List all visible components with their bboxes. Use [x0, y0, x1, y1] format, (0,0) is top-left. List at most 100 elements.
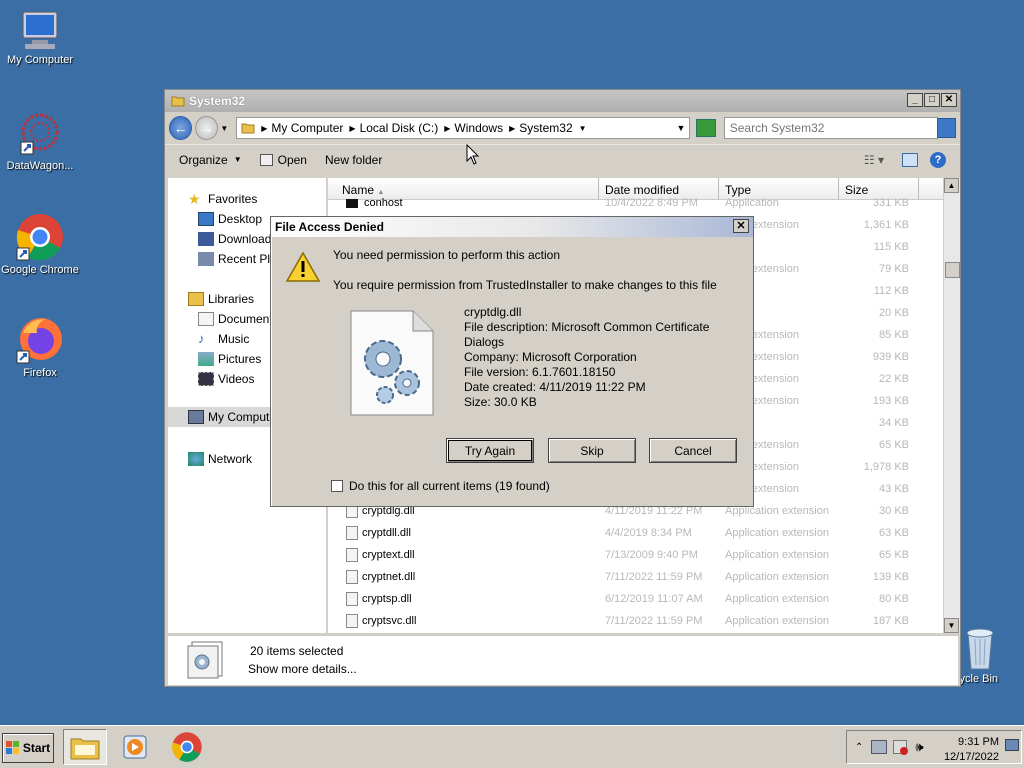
nav-videos[interactable]: Videos: [198, 372, 254, 386]
firefox-icon: [16, 318, 62, 364]
nav-favorites[interactable]: ★ Favorites: [188, 192, 257, 206]
network-tray-icon[interactable]: [871, 740, 888, 754]
type-cell: Application extension: [725, 593, 829, 605]
table-row[interactable]: cryptdll.dll 4/4/2019 8:34 PM Application …: [328, 522, 909, 544]
checkbox-label: Do this for all current items (19 found): [349, 479, 550, 493]
system-tray: ⌃ 🕪 9:31 PM 12/17/2022: [846, 730, 1022, 764]
folder-icon: [70, 738, 100, 760]
maximize-button[interactable]: □: [924, 93, 940, 107]
dialog-close-button[interactable]: ✕: [733, 219, 749, 233]
nav-label: Downloads: [218, 232, 278, 246]
size-cell: 22 KB: [879, 373, 909, 385]
breadcrumb-system32[interactable]: System32: [519, 121, 572, 135]
cancel-button[interactable]: Cancel: [649, 438, 737, 463]
nav-documents[interactable]: Documents: [198, 312, 279, 326]
skip-button[interactable]: Skip: [548, 438, 636, 463]
dialog-title-bar[interactable]: File Access Denied ✕: [271, 217, 753, 237]
nav-downloads[interactable]: Downloads: [198, 232, 277, 246]
close-button[interactable]: ✕: [941, 93, 957, 107]
pictures-icon: [198, 352, 214, 366]
volume-icon[interactable]: 🕪: [915, 739, 923, 755]
file-name-cell: cryptnet.dll: [328, 570, 599, 584]
chevron-down-icon: ▼: [233, 155, 242, 164]
file-company: Company: Microsoft Corporation: [464, 350, 637, 364]
breadcrumb-separator-icon[interactable]: ▶: [509, 124, 515, 133]
breadcrumb-my-computer[interactable]: My Computer: [271, 121, 343, 135]
preview-pane-icon[interactable]: [902, 152, 918, 167]
table-row[interactable]: cryptsp.dll 6/12/2019 11:07 AM Application…: [328, 588, 909, 610]
breadcrumb-windows[interactable]: Windows: [454, 121, 503, 135]
show-desktop-button[interactable]: [1005, 739, 1019, 751]
desktop-icon-firefox[interactable]: Firefox: [0, 315, 80, 379]
search-icon[interactable]: [936, 118, 956, 138]
taskbar-explorer-button[interactable]: [63, 729, 107, 765]
table-row[interactable]: cryptext.dll 7/13/2009 9:40 PM Application…: [328, 544, 909, 566]
try-again-button[interactable]: Try Again: [446, 438, 534, 463]
table-row[interactable]: cryptsvc.dll 7/11/2022 11:59 PM Applicatio…: [328, 610, 909, 632]
nav-network[interactable]: Network: [188, 452, 252, 466]
breadcrumb-separator-icon[interactable]: ▼: [579, 124, 587, 133]
file-name-cell: cryptsvc.dll: [328, 614, 599, 628]
dialog-headline: You need permission to perform this acti…: [333, 248, 561, 262]
file-details: cryptdlg.dll File description: Microsoft…: [464, 305, 734, 410]
nav-music[interactable]: ♪ Music: [198, 332, 249, 347]
help-icon[interactable]: ?: [930, 151, 946, 168]
forward-button[interactable]: →: [195, 116, 219, 140]
type-cell: Application extension: [725, 615, 829, 627]
breadcrumb-separator-icon[interactable]: ▶: [261, 124, 267, 133]
vertical-scrollbar[interactable]: ▲ ▼: [943, 178, 960, 633]
table-row[interactable]: conhost 10/4/2022 8:49 PM Application 33…: [328, 196, 909, 210]
size-cell: 193 KB: [872, 395, 909, 407]
size-cell: 30 KB: [879, 505, 909, 517]
downloads-folder-icon: [198, 232, 214, 246]
desktop-icon: [198, 212, 214, 226]
desktop-icon-google-chrome[interactable]: Google Chrome: [0, 212, 80, 276]
action-center-icon[interactable]: [893, 740, 909, 755]
nav-desktop[interactable]: Desktop: [198, 212, 262, 226]
size-cell: 115 KB: [873, 241, 909, 253]
desktop-icon-my-computer[interactable]: My Computer: [0, 10, 80, 66]
start-button[interactable]: Start: [2, 733, 54, 763]
nav-pictures[interactable]: Pictures: [198, 352, 261, 366]
breadcrumb-separator-icon[interactable]: ▶: [349, 124, 355, 133]
back-button[interactable]: ←: [169, 116, 193, 140]
checkbox-box[interactable]: [331, 480, 343, 492]
address-bar[interactable]: ▶ My Computer ▶ Local Disk (C:) ▶ Window…: [236, 117, 691, 139]
nav-libraries[interactable]: Libraries: [188, 292, 254, 306]
recent-pages-dropdown-icon[interactable]: ▼: [220, 124, 228, 133]
open-button[interactable]: Open: [259, 153, 307, 167]
taskbar-media-player-button[interactable]: [113, 729, 157, 765]
desktop-icon-label: Google Chrome: [1, 264, 79, 276]
show-more-details-link[interactable]: Show more details...: [248, 662, 357, 676]
table-row[interactable]: cryptnet.dll 7/11/2022 11:59 PM Applicatio…: [328, 566, 909, 588]
desktop-icon-label: cycle Bin: [954, 673, 999, 685]
scroll-down-icon[interactable]: ▼: [944, 618, 959, 633]
file-access-denied-dialog: File Access Denied ✕ You need permission…: [270, 216, 754, 507]
file-size: Size: 30.0 KB: [464, 395, 537, 409]
size-cell: 79 KB: [879, 263, 909, 275]
scroll-up-icon[interactable]: ▲: [944, 178, 959, 193]
taskbar-chrome-button[interactable]: [165, 729, 209, 765]
minimize-button[interactable]: _: [907, 93, 923, 107]
apply-to-all-checkbox[interactable]: Do this for all current items (19 found): [331, 479, 550, 493]
show-hidden-icons-icon[interactable]: ⌃: [855, 742, 863, 753]
my-computer-icon: [22, 11, 58, 49]
search-input[interactable]: [723, 117, 938, 139]
recent-places-icon: [198, 252, 214, 266]
nav-recent-places[interactable]: Recent Pla: [198, 252, 277, 266]
new-folder-button[interactable]: New folder: [325, 153, 382, 167]
file-version: File version: 6.1.7601.18150: [464, 365, 616, 379]
dll-file-icon: [346, 592, 358, 606]
scroll-thumb[interactable]: [945, 262, 960, 278]
breadcrumb-separator-icon[interactable]: ▶: [444, 124, 450, 133]
size-cell: 1,361 KB: [863, 219, 909, 231]
explorer-title-bar[interactable]: System32 _ □ ✕: [165, 90, 960, 112]
window-title: System32: [189, 94, 246, 108]
desktop-icon-datawagon[interactable]: DataWagon...: [0, 112, 80, 172]
breadcrumb-local-disk[interactable]: Local Disk (C:): [360, 121, 439, 135]
address-dropdown-icon[interactable]: ▼: [676, 123, 685, 133]
clock[interactable]: 9:31 PM 12/17/2022: [944, 735, 999, 765]
refresh-button[interactable]: [696, 119, 716, 137]
organize-button[interactable]: Organize ▼: [179, 153, 242, 167]
view-options-icon[interactable]: ☷ ▾: [864, 153, 884, 167]
